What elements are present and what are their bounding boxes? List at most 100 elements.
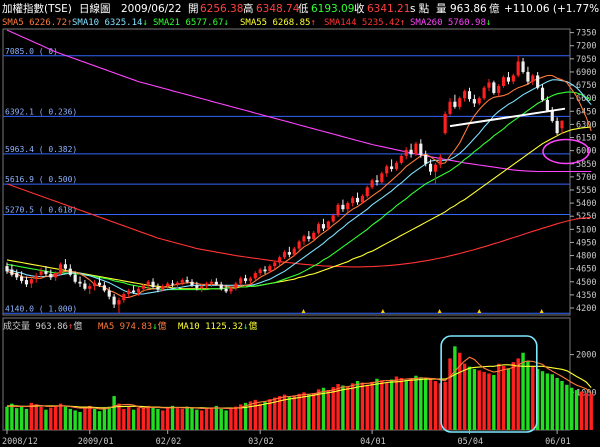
volume-bar bbox=[570, 387, 574, 430]
candle-body bbox=[336, 204, 340, 216]
candle-body bbox=[394, 162, 399, 170]
legend-sma144: SMA144 5235.42↑ bbox=[324, 18, 405, 28]
candle-body bbox=[540, 87, 545, 100]
volume-bar bbox=[545, 373, 550, 430]
candle-body bbox=[341, 204, 345, 210]
candle-body bbox=[501, 77, 506, 86]
sma21-line bbox=[6, 91, 592, 291]
candle-body bbox=[161, 286, 165, 290]
volume-bar bbox=[394, 376, 399, 430]
volume-bar bbox=[151, 406, 155, 430]
volume-bar bbox=[497, 363, 501, 430]
fib-label: 5616.9 ( 0.500) bbox=[5, 175, 77, 184]
candle-body bbox=[536, 75, 540, 88]
legend-arrow: ↓ bbox=[223, 18, 228, 28]
candle-body bbox=[93, 282, 97, 287]
volume-bar bbox=[516, 358, 520, 430]
volume-bar bbox=[443, 381, 447, 430]
candle-body bbox=[355, 197, 360, 203]
candle-body bbox=[438, 156, 442, 165]
candle-body bbox=[560, 120, 564, 129]
volume-bar bbox=[419, 377, 423, 430]
volume-bar bbox=[472, 368, 477, 430]
candle-body bbox=[44, 271, 48, 274]
legend-unit: 億 bbox=[73, 320, 82, 332]
volume-bar bbox=[526, 360, 530, 430]
volume-bar bbox=[229, 408, 233, 430]
candle-body bbox=[555, 120, 559, 134]
candle-body bbox=[458, 98, 462, 107]
candle-body bbox=[117, 300, 121, 305]
legend-arrow: ↓ bbox=[486, 18, 491, 28]
candle-body bbox=[78, 281, 82, 284]
candle-body bbox=[20, 276, 24, 281]
volume-bar bbox=[467, 366, 472, 430]
volume-bar bbox=[506, 368, 511, 430]
candle-body bbox=[24, 280, 29, 285]
legend-sma55: SMA55 6268.85↑ bbox=[240, 18, 316, 28]
candle-body bbox=[136, 288, 141, 293]
sma260-line bbox=[6, 29, 592, 173]
open-label: 開 bbox=[188, 3, 199, 15]
candle-body bbox=[88, 286, 92, 289]
volume-bar bbox=[248, 401, 253, 430]
volume-bar bbox=[346, 386, 350, 430]
volume-bar bbox=[492, 374, 496, 430]
volume-bar bbox=[195, 409, 199, 430]
legend-sma5: SMA5 6226.72↑ bbox=[2, 18, 72, 28]
volume-bar bbox=[209, 407, 214, 430]
volume-bar bbox=[34, 404, 38, 430]
candle-body bbox=[404, 149, 408, 156]
candle-body bbox=[166, 283, 170, 287]
x-tick-label: 02/02 bbox=[156, 437, 182, 447]
volume-bar bbox=[375, 378, 379, 430]
volume-bar bbox=[73, 410, 77, 430]
volume-bar bbox=[433, 381, 438, 430]
candle-body bbox=[453, 101, 457, 107]
volume-bar bbox=[49, 407, 53, 430]
candle-body bbox=[29, 279, 33, 284]
candle-body bbox=[399, 155, 403, 163]
volume-bar bbox=[389, 379, 394, 430]
candle-body bbox=[326, 221, 330, 229]
candle-body bbox=[477, 98, 481, 104]
candle-body bbox=[10, 269, 14, 275]
volume-bar bbox=[63, 406, 68, 430]
volume-bar bbox=[574, 390, 579, 430]
candle-body bbox=[180, 280, 184, 283]
volume-label: 量 bbox=[436, 3, 447, 15]
candle-body bbox=[39, 271, 43, 275]
volume-bar bbox=[331, 387, 335, 430]
volume-bar bbox=[385, 382, 389, 430]
volume-bar bbox=[350, 383, 355, 430]
high-label: 高 bbox=[243, 2, 254, 15]
candle-body bbox=[15, 273, 19, 278]
candle-body bbox=[58, 264, 63, 274]
volume-bar bbox=[370, 381, 374, 430]
candle-body bbox=[205, 283, 209, 287]
legend-sma260: SMA260 5760.98↓ bbox=[410, 18, 491, 28]
candle-body bbox=[97, 282, 102, 286]
volume-bar bbox=[355, 381, 360, 430]
candle-body bbox=[278, 257, 282, 263]
volume-bar bbox=[307, 394, 311, 430]
candle-body bbox=[419, 143, 423, 156]
legend-unit: 億 bbox=[158, 320, 167, 332]
candle-body bbox=[511, 75, 515, 82]
candle-body bbox=[151, 281, 155, 288]
volume-bar bbox=[511, 362, 516, 430]
candle-body bbox=[390, 166, 394, 170]
candle-body bbox=[49, 273, 53, 278]
fib-label: 5963.4 ( 0.382) bbox=[5, 145, 77, 154]
legend-arrow: ↑ bbox=[400, 18, 405, 28]
legend-sma21: SMA21 6577.67↓ bbox=[153, 18, 229, 28]
candle-body bbox=[170, 283, 175, 285]
fib-label: 7085.0 ( 0) bbox=[5, 47, 58, 56]
chart-title: 加權指數(TSE) bbox=[2, 2, 72, 15]
candle-body bbox=[312, 232, 316, 239]
low-label: 低 bbox=[298, 2, 309, 15]
volume-bar bbox=[404, 381, 408, 430]
close-value: 6341.21 bbox=[367, 3, 410, 15]
candle-body bbox=[122, 294, 126, 301]
candle-body bbox=[239, 278, 243, 284]
